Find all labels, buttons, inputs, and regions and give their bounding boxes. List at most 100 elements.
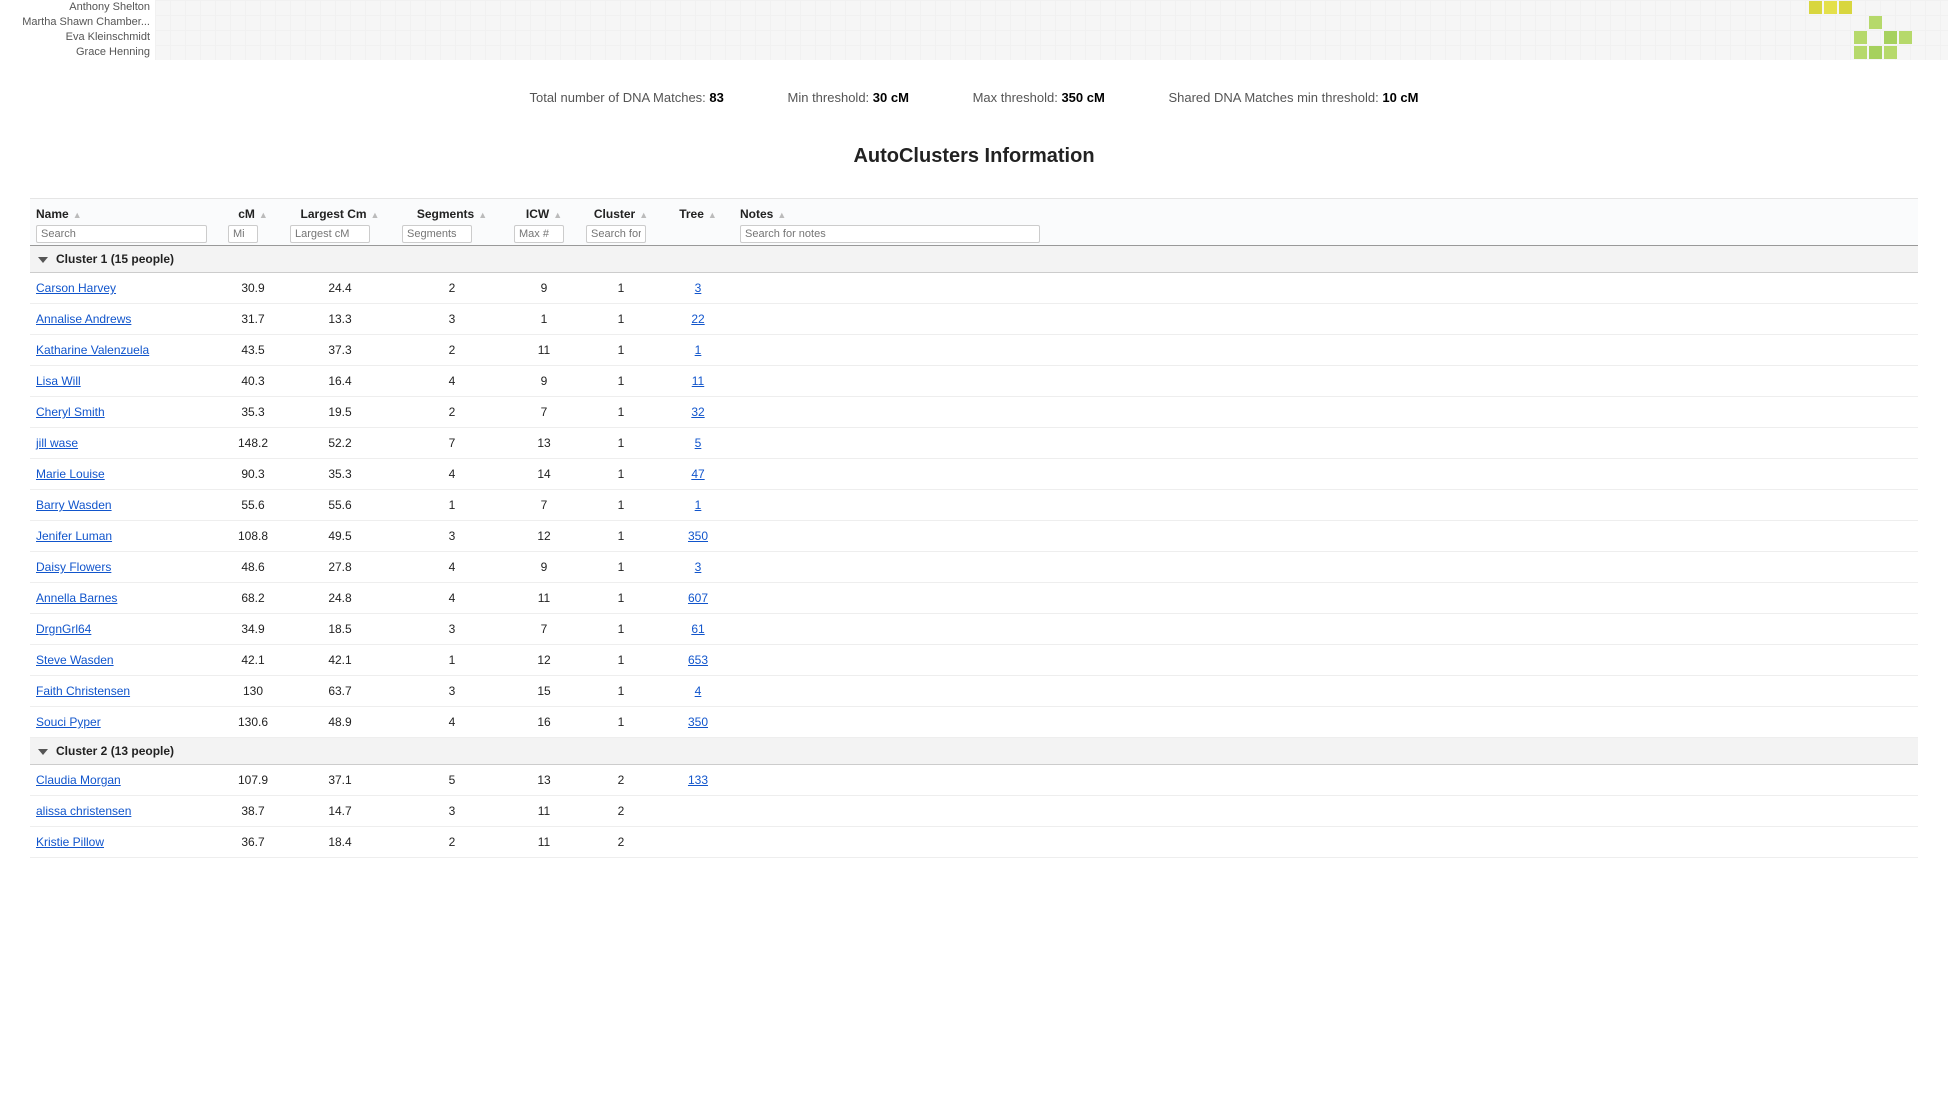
- match-name-link[interactable]: Kristie Pillow: [36, 835, 104, 849]
- heatmap-row-label: Eva Kleinschmidt: [0, 30, 150, 45]
- cell-notes: [734, 273, 1918, 304]
- chevron-down-icon[interactable]: [38, 257, 48, 263]
- cell-cluster: 2: [580, 827, 662, 858]
- sort-icon[interactable]: ▲: [259, 210, 268, 220]
- cell-segments: 2: [396, 827, 508, 858]
- col-header-cluster[interactable]: Cluster▲: [580, 199, 662, 246]
- table-row: alissa christensen38.714.73112: [30, 796, 1918, 827]
- table-row: DrgnGrl6434.918.537161: [30, 614, 1918, 645]
- table-row: Souci Pyper130.648.94161350: [30, 707, 1918, 738]
- tree-link[interactable]: 653: [688, 653, 708, 667]
- tree-link[interactable]: 11: [692, 374, 704, 388]
- filter-name-input[interactable]: [36, 225, 207, 243]
- cell-largest: 37.1: [284, 765, 396, 796]
- match-name-link[interactable]: DrgnGrl64: [36, 622, 91, 636]
- tree-link[interactable]: 22: [691, 312, 704, 326]
- col-label: Segments: [417, 207, 474, 221]
- table-row: Kristie Pillow36.718.42112: [30, 827, 1918, 858]
- stat-max-label: Max threshold:: [973, 90, 1058, 105]
- tree-link[interactable]: 350: [688, 715, 708, 729]
- tree-link[interactable]: 3: [695, 281, 702, 295]
- sort-icon[interactable]: ▲: [371, 210, 380, 220]
- filter-cluster-input[interactable]: [586, 225, 646, 243]
- match-name-link[interactable]: Carson Harvey: [36, 281, 116, 295]
- cell-cm: 108.8: [222, 521, 284, 552]
- tree-link[interactable]: 607: [688, 591, 708, 605]
- col-header-cm[interactable]: cM ▲: [222, 199, 284, 246]
- tree-link[interactable]: 61: [691, 622, 704, 636]
- cell-largest: 16.4: [284, 366, 396, 397]
- filter-largest-input[interactable]: [290, 225, 370, 243]
- cell-segments: 2: [396, 335, 508, 366]
- table-row: Steve Wasden42.142.11121653: [30, 645, 1918, 676]
- sort-icon[interactable]: ▲: [777, 210, 786, 220]
- tree-link[interactable]: 133: [688, 773, 708, 787]
- sort-icon[interactable]: ▲: [73, 210, 82, 220]
- tree-link[interactable]: 5: [695, 436, 702, 450]
- heatmap-colored-cells: [1793, 0, 1928, 60]
- match-name-link[interactable]: Annalise Andrews: [36, 312, 131, 326]
- group-row[interactable]: Cluster 2 (13 people): [30, 738, 1918, 765]
- cell-segments: 4: [396, 366, 508, 397]
- col-header-name[interactable]: Name▲: [30, 199, 222, 246]
- chevron-down-icon[interactable]: [38, 749, 48, 755]
- cell-cluster: 1: [580, 552, 662, 583]
- sort-icon[interactable]: ▲: [553, 210, 562, 220]
- sort-icon[interactable]: ▲: [708, 210, 717, 220]
- match-name-link[interactable]: Claudia Morgan: [36, 773, 121, 787]
- match-name-link[interactable]: Katharine Valenzuela: [36, 343, 149, 357]
- match-name-link[interactable]: jill wase: [36, 436, 78, 450]
- filter-segments-input[interactable]: [402, 225, 472, 243]
- match-name-link[interactable]: Souci Pyper: [36, 715, 101, 729]
- cell-segments: 5: [396, 765, 508, 796]
- tree-link[interactable]: 1: [695, 498, 702, 512]
- cell-largest: 24.8: [284, 583, 396, 614]
- cell-cluster: 2: [580, 765, 662, 796]
- cell-notes: [734, 490, 1918, 521]
- match-name-link[interactable]: Faith Christensen: [36, 684, 130, 698]
- match-name-link[interactable]: Annella Barnes: [36, 591, 117, 605]
- col-label: cM: [238, 207, 255, 221]
- cell-cluster: 1: [580, 397, 662, 428]
- col-header-segments[interactable]: Segments ▲: [396, 199, 508, 246]
- cell-tree: [662, 796, 734, 827]
- match-name-link[interactable]: Lisa Will: [36, 374, 81, 388]
- col-header-largest[interactable]: Largest Cm▲: [284, 199, 396, 246]
- cell-largest: 42.1: [284, 645, 396, 676]
- table-row: Lisa Will40.316.449111: [30, 366, 1918, 397]
- match-name-link[interactable]: Steve Wasden: [36, 653, 114, 667]
- filter-icw-input[interactable]: [514, 225, 564, 243]
- col-header-icw[interactable]: ICW▲: [508, 199, 580, 246]
- sort-icon[interactable]: ▲: [639, 210, 648, 220]
- tree-link[interactable]: 3: [695, 560, 702, 574]
- cell-cm: 40.3: [222, 366, 284, 397]
- match-name-link[interactable]: Barry Wasden: [36, 498, 112, 512]
- sort-icon[interactable]: ▲: [478, 210, 487, 220]
- tree-link[interactable]: 47: [691, 467, 704, 481]
- cell-icw: 16: [508, 707, 580, 738]
- cell-largest: 24.4: [284, 273, 396, 304]
- col-header-tree[interactable]: Tree▲: [662, 199, 734, 246]
- cell-segments: 4: [396, 459, 508, 490]
- match-name-link[interactable]: alissa christensen: [36, 804, 131, 818]
- cell-largest: 14.7: [284, 796, 396, 827]
- stat-min-value: 30 cM: [873, 90, 909, 105]
- cell-notes: [734, 583, 1918, 614]
- match-name-link[interactable]: Cheryl Smith: [36, 405, 105, 419]
- tree-link[interactable]: 4: [695, 684, 702, 698]
- col-header-notes[interactable]: Notes▲: [734, 199, 1918, 246]
- tree-link[interactable]: 32: [691, 405, 704, 419]
- cell-largest: 18.5: [284, 614, 396, 645]
- filter-cm-input[interactable]: [228, 225, 258, 243]
- cell-cluster: 1: [580, 490, 662, 521]
- cell-icw: 7: [508, 614, 580, 645]
- match-name-link[interactable]: Jenifer Luman: [36, 529, 112, 543]
- tree-link[interactable]: 350: [688, 529, 708, 543]
- table-row: jill wase148.252.271315: [30, 428, 1918, 459]
- group-row[interactable]: Cluster 1 (15 people): [30, 246, 1918, 273]
- filter-notes-input[interactable]: [740, 225, 1040, 243]
- match-name-link[interactable]: Daisy Flowers: [36, 560, 111, 574]
- table-row: Faith Christensen13063.731514: [30, 676, 1918, 707]
- match-name-link[interactable]: Marie Louise: [36, 467, 105, 481]
- tree-link[interactable]: 1: [695, 343, 702, 357]
